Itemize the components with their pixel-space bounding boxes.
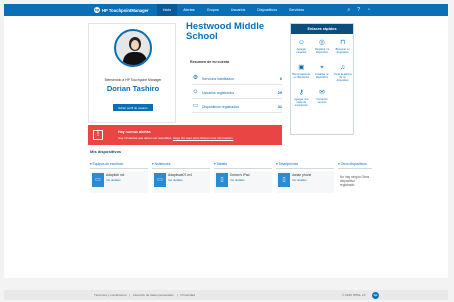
profile-card: Bienvenido a HP Touchpoint Manager Doria… xyxy=(88,23,176,123)
device-details-link[interactable]: Ver detalles xyxy=(106,178,125,182)
search-icon[interactable]: ⌕ xyxy=(347,7,350,13)
quick-link-contact-service[interactable]: ✉ Contactar servicio xyxy=(312,86,333,111)
user-name: Dorian Tashiro xyxy=(106,84,160,93)
key-icon: ⚷ xyxy=(298,89,304,96)
register-icon: ◎ xyxy=(319,39,325,46)
nav-servicios[interactable]: Servicios xyxy=(283,4,310,16)
nav-inicio[interactable]: Inicio xyxy=(156,4,178,16)
main-nav: Inicio Alertas Grupos Usuarios Dispositi… xyxy=(156,4,310,16)
locate-icon: ⌖ xyxy=(320,64,324,71)
copyright: © 2015 HPNL LP xyxy=(342,293,366,297)
category-tablets: ▾ Tablets ▯ Dorian's iPad Ver detalles xyxy=(214,162,272,193)
user-icon[interactable]: ◔ xyxy=(367,7,370,13)
alert-text: Hay 10 alertas que deben ser atendidas. … xyxy=(118,136,234,140)
quick-link-locate-device[interactable]: ⌖ Localizar un dispositivo xyxy=(312,61,333,86)
main-content: Bienvenido a HP Touchpoint Manager Doria… xyxy=(4,16,448,278)
category-notebooks: ▾ Notebooks ▭ Adaptivab07-m4 Ver detalle… xyxy=(152,162,210,193)
device-details-link[interactable]: Ver detalles xyxy=(292,178,311,182)
summary-title: Resumen de mi cuenta xyxy=(190,60,230,64)
notebook-icon: ▭ xyxy=(154,172,166,187)
devices-title: Mis dispositivos xyxy=(90,149,122,154)
category-header[interactable]: ▾ Tablets xyxy=(214,162,272,169)
quick-links-panel: Enlaces rápidos ☺ Agregar usuarios ◎ Reg… xyxy=(290,23,354,135)
footer: Términos y condiciones | Derecho de dato… xyxy=(4,290,448,300)
device-card[interactable]: ▯ Dorian's iPad Ver detalles xyxy=(214,170,272,193)
page-title: Hestwood Middle School xyxy=(186,21,265,42)
quick-link-alarm-device[interactable]: ♫ Tocar la alarma de un dispositivo xyxy=(332,61,353,86)
smartphone-icon: ▯ xyxy=(278,172,290,187)
quick-link-lock-device[interactable]: ⊓ Bloquear un dispositivo xyxy=(332,36,353,61)
device-card[interactable]: ▭ Adaptiob m4 Ver detalles xyxy=(90,170,148,193)
lock-icon: ⊓ xyxy=(340,39,346,46)
category-header[interactable]: ▾ Otros dispositivos xyxy=(338,162,372,169)
hp-logo-icon: hp xyxy=(94,7,100,13)
quick-link-add-key[interactable]: ⚷ Agregar una clave de suscripción xyxy=(291,86,312,111)
alert-icon: ! xyxy=(93,130,103,140)
device-details-link[interactable]: Ver detalles xyxy=(168,178,192,182)
footer-link-terms[interactable]: Términos y condiciones xyxy=(94,293,127,297)
nav-usuarios[interactable]: Usuarios xyxy=(225,4,252,16)
erase-icon: ▣ xyxy=(298,64,305,71)
quick-link-add-users[interactable]: ☺ Agregar usuarios xyxy=(291,36,312,61)
alarm-icon: ♫ xyxy=(340,64,346,71)
footer-link-personal-data[interactable]: Derecho de datos personales xyxy=(133,293,173,297)
hp-logo-icon: hp xyxy=(372,291,379,299)
alert-banner: ! Hay nuevas alertas Hay 10 alertas que … xyxy=(88,125,282,145)
nav-alertas[interactable]: Alertas xyxy=(177,4,200,16)
avatar xyxy=(114,29,152,67)
desktop-icon: ▭ xyxy=(92,172,104,187)
nav-dispositivos[interactable]: Dispositivos xyxy=(251,4,283,16)
quick-link-erase-device[interactable]: ▣ Borrar datos de un dispositivo xyxy=(291,61,312,86)
brand[interactable]: hp HP TouchpointManager xyxy=(94,7,149,13)
no-devices-text: No hay ningún Otros dispositivo registra… xyxy=(340,174,370,187)
help-icon[interactable]: ? xyxy=(357,7,360,13)
quick-links-title: Enlaces rápidos xyxy=(291,24,353,34)
nav-grupos[interactable]: Grupos xyxy=(201,4,225,16)
device-card[interactable]: ▯ dorian phone Ver detalles xyxy=(276,170,334,193)
category-smartphones: ▾ Smartphones ▯ dorian phone Ver detalle… xyxy=(276,162,334,193)
device-categories: ▾ Equipos de escritorio ▭ Adaptiob m4 Ve… xyxy=(90,162,372,193)
devices-icon: ▭ xyxy=(192,103,199,109)
category-desktops: ▾ Equipos de escritorio ▭ Adaptiob m4 Ve… xyxy=(90,162,148,193)
edit-profile-button[interactable]: Editar perfil de usuario xyxy=(113,104,153,111)
device-details-link[interactable]: Ver detalles xyxy=(230,178,250,182)
add-user-icon: ☺ xyxy=(298,39,305,46)
welcome-text: Bienvenido a HP Touchpoint Manager xyxy=(104,78,162,82)
top-navigation-bar: hp HP TouchpointManager Inicio Alertas G… xyxy=(4,4,448,16)
category-other-devices: ▾ Otros dispositivos No hay ningún Otros… xyxy=(338,162,372,193)
services-icon: ⚙ xyxy=(192,75,199,81)
summary-row-services[interactable]: ⚙ Servicios habilitados 6 xyxy=(192,73,282,85)
brand-name: HP TouchpointManager xyxy=(102,7,149,13)
alert-link[interactable]: Haga clic aquí para obtener más informac… xyxy=(173,136,234,140)
category-header[interactable]: ▾ Notebooks xyxy=(152,162,210,169)
summary-row-users[interactable]: ☺ Usuarios registrados 20 xyxy=(192,87,282,99)
device-card[interactable]: ▭ Adaptivab07-m4 Ver detalles xyxy=(152,170,210,193)
users-icon: ☺ xyxy=(192,89,199,95)
alert-title: Hay nuevas alertas xyxy=(118,130,151,134)
footer-link-privacy[interactable]: Privacidad xyxy=(181,293,195,297)
category-header[interactable]: ▾ Equipos de escritorio xyxy=(90,162,148,169)
summary-row-devices[interactable]: ▭ Dispositivos registrados 31 xyxy=(192,101,282,113)
quick-link-register-device[interactable]: ◎ Registrar mi dispositivo xyxy=(312,36,333,61)
category-header[interactable]: ▾ Smartphones xyxy=(276,162,334,169)
tablet-icon: ▯ xyxy=(216,172,228,187)
contact-icon: ✉ xyxy=(319,89,325,96)
